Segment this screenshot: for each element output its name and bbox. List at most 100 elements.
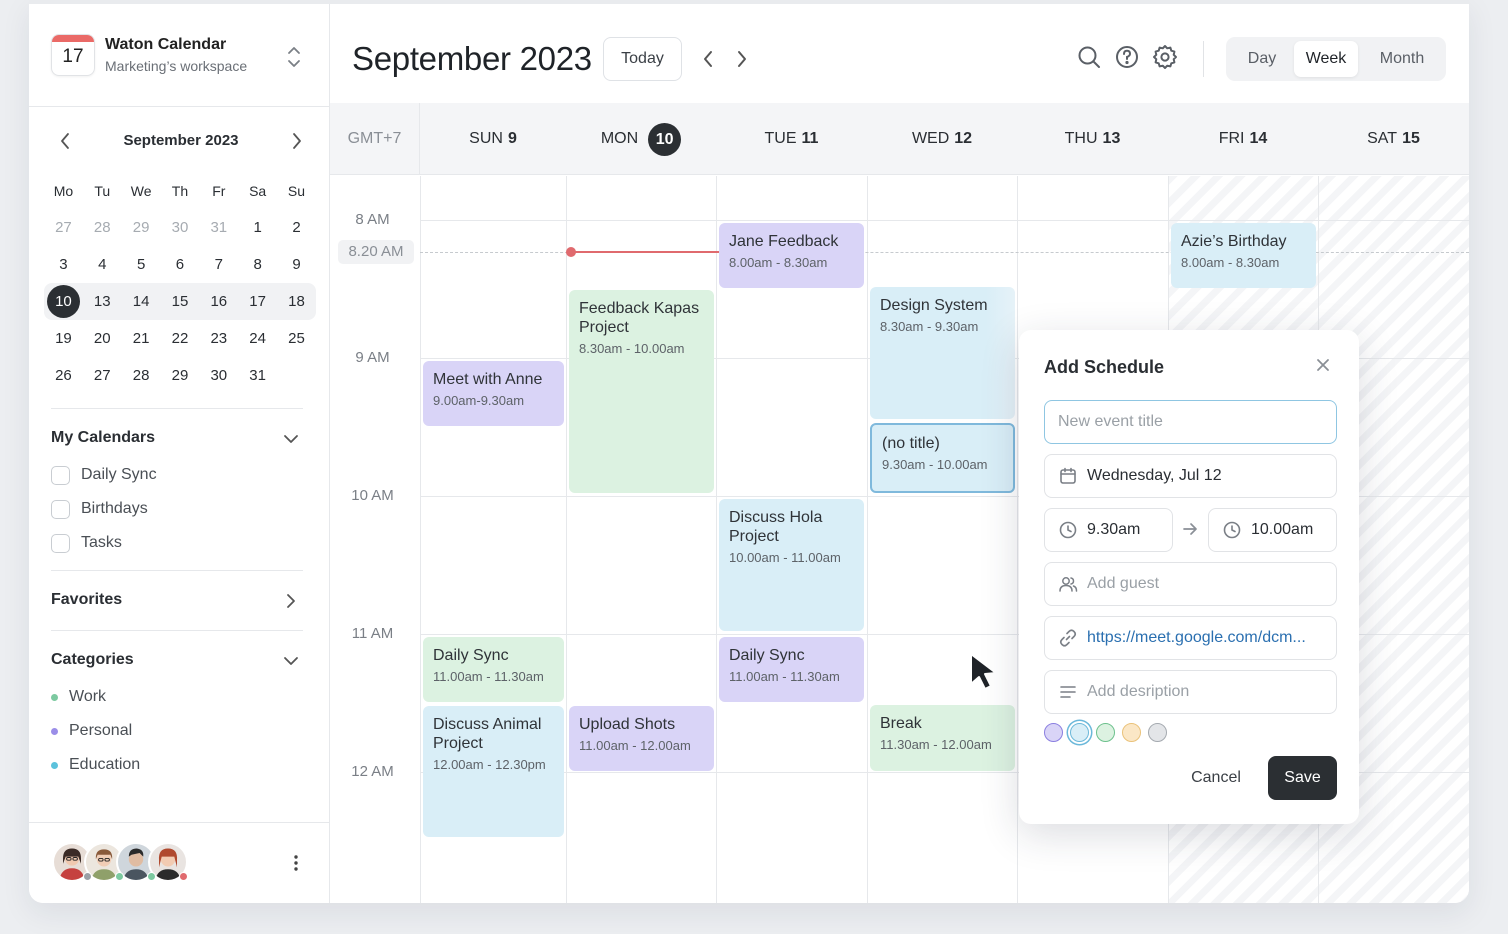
close-icon[interactable] — [1315, 357, 1331, 373]
event-card[interactable]: Break 11.30am - 12.00am — [870, 705, 1015, 771]
mini-day[interactable]: 18 — [277, 293, 316, 310]
mini-day[interactable]: 13 — [83, 293, 122, 310]
calendar-item[interactable]: Tasks — [51, 532, 122, 554]
mini-day[interactable]: 23 — [199, 330, 238, 347]
event-card[interactable]: Design System 8.30am - 9.30am — [870, 287, 1015, 419]
color-swatch[interactable] — [1122, 723, 1141, 742]
mini-day[interactable]: 1 — [238, 219, 277, 236]
mini-day[interactable]: 27 — [44, 219, 83, 236]
mini-day[interactable]: 10 — [44, 285, 83, 318]
mini-day[interactable]: 22 — [161, 330, 200, 347]
day-header[interactable]: MON 10 — [566, 103, 716, 175]
mini-day[interactable]: 4 — [83, 256, 122, 273]
event-card[interactable]: Feedback Kapas Project 8.30am - 10.00am — [569, 290, 714, 493]
category-item[interactable]: Work — [51, 686, 106, 708]
day-header[interactable]: WED 12 — [867, 103, 1017, 175]
description-field[interactable]: Add desription — [1044, 670, 1337, 714]
mini-day[interactable]: 28 — [83, 219, 122, 236]
checkbox[interactable] — [51, 465, 70, 485]
color-swatch[interactable] — [1148, 723, 1167, 742]
mini-day[interactable]: 30 — [161, 219, 200, 236]
selected-day[interactable]: 10 — [46, 285, 80, 318]
more-vertical-icon[interactable] — [285, 852, 307, 874]
chevron-down-icon[interactable] — [280, 428, 302, 450]
search-icon[interactable] — [1076, 44, 1102, 70]
mini-day[interactable]: 7 — [199, 256, 238, 273]
mini-day[interactable]: 31 — [199, 219, 238, 236]
mini-day[interactable]: 26 — [44, 367, 83, 384]
chevron-right-icon[interactable] — [287, 130, 307, 152]
mini-day[interactable]: 8 — [238, 256, 277, 273]
event-card[interactable]: Daily Sync 11.00am - 11.30am — [423, 637, 564, 702]
chevron-right-icon[interactable] — [280, 590, 302, 612]
day-header[interactable]: TUE 11 — [716, 103, 867, 175]
guest-field[interactable]: Add guest — [1044, 562, 1337, 606]
mini-day[interactable]: 20 — [83, 330, 122, 347]
color-swatch[interactable] — [1070, 723, 1089, 742]
day-header[interactable]: FRI 14 — [1168, 103, 1318, 175]
cancel-button[interactable]: Cancel — [1174, 756, 1258, 800]
calendar-item[interactable]: Daily Sync — [51, 464, 157, 486]
meeting-link[interactable]: https://meet.google.com/dcm... — [1087, 629, 1306, 647]
favorites-title[interactable]: Favorites — [51, 591, 122, 609]
end-time-field[interactable]: 10.00am — [1208, 508, 1337, 552]
event-card[interactable]: Azie’s Birthday 8.00am - 8.30am — [1171, 223, 1316, 288]
save-button[interactable]: Save — [1268, 756, 1337, 800]
event-card[interactable]: Daily Sync 11.00am - 11.30am — [719, 637, 864, 702]
event-card[interactable]: (no title) 9.30am - 10.00am — [870, 423, 1015, 493]
chevron-down-icon[interactable] — [280, 650, 302, 672]
day-header[interactable]: THU 13 — [1017, 103, 1168, 175]
chevron-up-down-icon[interactable] — [285, 44, 303, 70]
date-field[interactable]: Wednesday, Jul 12 — [1044, 454, 1337, 498]
gear-icon[interactable] — [1152, 44, 1178, 70]
grid-column-line — [566, 176, 567, 903]
color-swatch[interactable] — [1096, 723, 1115, 742]
chevron-right-icon[interactable] — [732, 47, 752, 71]
color-swatch[interactable] — [1044, 723, 1063, 742]
checkbox[interactable] — [51, 533, 70, 553]
mini-day[interactable]: 19 — [44, 330, 83, 347]
mini-day[interactable]: 25 — [277, 330, 316, 347]
day-header[interactable]: SUN 9 — [420, 103, 566, 175]
mini-day[interactable]: 21 — [122, 330, 161, 347]
view-month-button[interactable]: Month — [1364, 41, 1440, 77]
help-icon[interactable] — [1114, 44, 1140, 70]
mini-day[interactable]: 14 — [122, 293, 161, 310]
event-card[interactable]: Discuss Animal Project 12.00am - 12.30pm — [423, 706, 564, 837]
mini-day[interactable]: 24 — [238, 330, 277, 347]
today-button[interactable]: Today — [603, 37, 682, 81]
mini-day[interactable]: 5 — [122, 256, 161, 273]
mini-day[interactable]: 31 — [238, 367, 277, 384]
event-title-input[interactable] — [1044, 400, 1337, 444]
mini-day[interactable]: 3 — [44, 256, 83, 273]
event-card[interactable]: Upload Shots 11.00am - 12.00am — [569, 706, 714, 771]
mini-day[interactable]: 28 — [122, 367, 161, 384]
day-header[interactable]: SAT 15 — [1318, 103, 1469, 175]
team-avatars[interactable] — [52, 842, 222, 884]
view-week-button[interactable]: Week — [1294, 41, 1358, 77]
view-day-button[interactable]: Day — [1232, 41, 1292, 77]
mini-day[interactable]: 27 — [83, 367, 122, 384]
calendar-item[interactable]: Birthdays — [51, 498, 148, 520]
mini-day[interactable]: 15 — [161, 293, 200, 310]
mini-day[interactable]: 9 — [277, 256, 316, 273]
mini-day[interactable]: 29 — [161, 367, 200, 384]
mini-day[interactable]: 2 — [277, 219, 316, 236]
day-of-week: SAT — [1367, 130, 1398, 147]
workspace-switcher[interactable]: 17 Waton Calendar Marketing’s workspace — [51, 34, 311, 78]
mini-day[interactable]: 16 — [199, 293, 238, 310]
event-title: Meet with Anne — [433, 371, 543, 388]
mini-day[interactable]: 6 — [161, 256, 200, 273]
event-card[interactable]: Discuss Hola Project 10.00am - 11.00am — [719, 499, 864, 631]
meeting-link-field[interactable]: https://meet.google.com/dcm... — [1044, 616, 1337, 660]
mini-day[interactable]: 29 — [122, 219, 161, 236]
checkbox[interactable] — [51, 499, 70, 519]
category-item[interactable]: Education — [51, 754, 140, 776]
mini-day[interactable]: 17 — [238, 293, 277, 310]
event-card[interactable]: Meet with Anne 9.00am-9.30am — [423, 361, 564, 426]
category-item[interactable]: Personal — [51, 720, 132, 742]
mini-day[interactable]: 30 — [199, 367, 238, 384]
chevron-left-icon[interactable] — [698, 47, 718, 71]
event-card[interactable]: Jane Feedback 8.00am - 8.30am — [719, 223, 864, 288]
start-time-field[interactable]: 9.30am — [1044, 508, 1173, 552]
